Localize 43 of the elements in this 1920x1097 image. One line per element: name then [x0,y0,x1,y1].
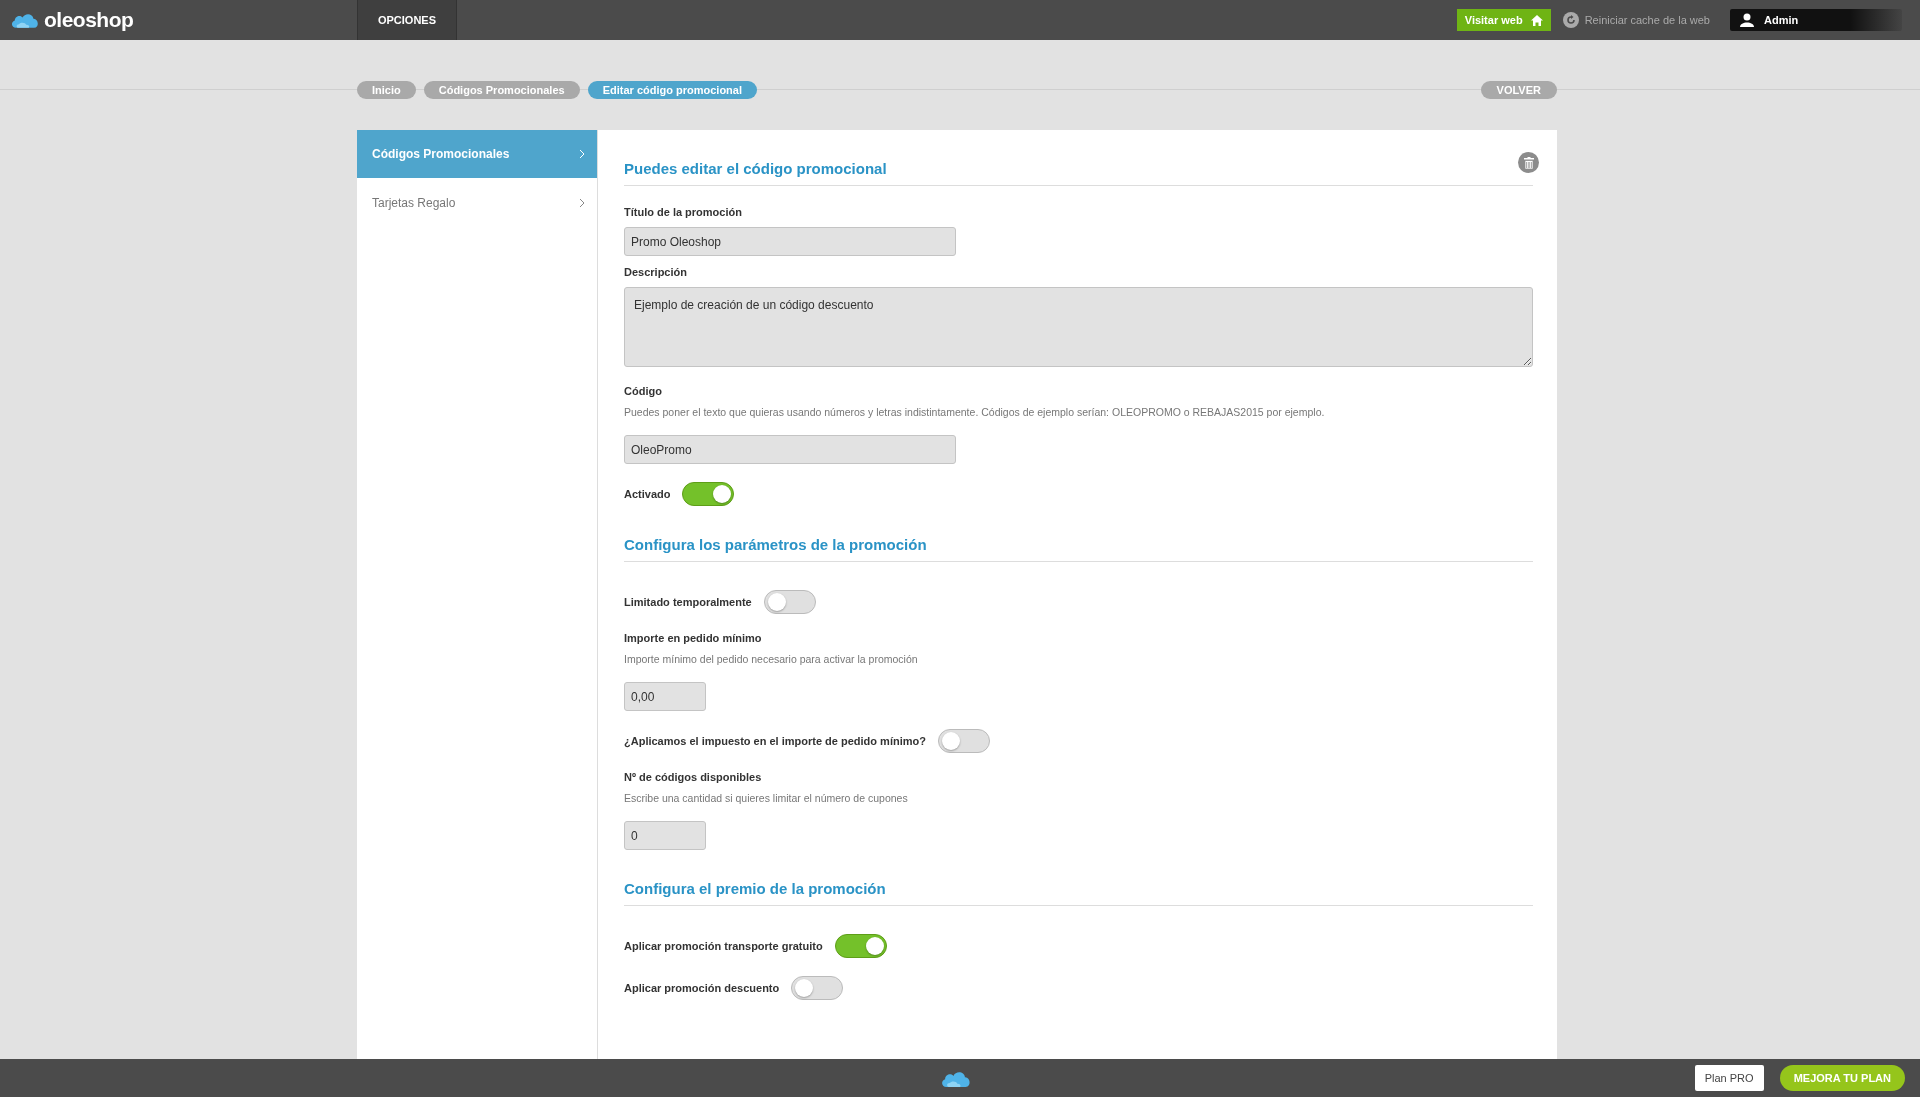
user-menu[interactable]: Admin [1730,9,1902,31]
breadcrumb[interactable]: Editar código promocional [587,81,757,99]
chevron-right-icon [579,149,585,159]
toggle-switch[interactable] [834,934,887,958]
description-field[interactable]: Ejemplo de creación de un código descuento [624,287,1533,367]
chevron-right-icon [579,198,585,208]
toggle-switch[interactable] [937,729,990,753]
clear-cache-link[interactable]: Reiniciar cache de la web [1562,12,1710,28]
visit-web-button[interactable]: Visitar web [1456,9,1551,31]
input-field[interactable]: 0,00 [624,682,706,711]
toggle-label: ¿Aplicamos el impuesto en el importe de pedido mínimo? [624,735,926,747]
field-help: Importe mínimo del pedido necesario para activar la promoción [624,653,919,665]
field-label: Importe en pedido mínimo [624,632,763,644]
field-label: Código [624,385,663,397]
field-help: Escribe una cantidad si quieres limitar el número de cupones [624,792,909,804]
toggle-label: Aplicar promoción descuento [624,982,780,994]
toggle-label: Activado [624,488,671,500]
section-heading: Configura el premio de la promoción [624,880,1533,906]
toggle-switch[interactable] [763,590,816,614]
plan-button[interactable]: Plan PRO [1694,1065,1764,1091]
toggle-switch[interactable] [791,976,844,1000]
trash-icon [1523,156,1534,169]
refresh-icon [1562,12,1579,28]
field-help: Puedes poner el texto que quieras usando números y letras indistintamente. Códigos de ejemplo serían: OLEOPROMO o REBAJAS2015 por ejemplo. [624,406,1326,418]
logo-icon [10,11,40,29]
toggle-label: Limitado temporalmente [624,596,752,608]
section-heading: Configura los parámetros de la promoción [624,536,1533,562]
sidebar-item[interactable]: Códigos Promocionales [357,130,597,178]
user-icon [1740,13,1754,27]
input-field[interactable]: Promo Oleoshop [624,227,956,256]
field-label: Descripción [624,266,688,278]
home-icon [1530,14,1543,26]
options-menu[interactable]: OPCIONES [357,0,457,40]
input-field[interactable]: OleoPromo [624,435,956,464]
section-heading: Puedes editar el código promocional [624,160,1533,186]
input-field[interactable]: 0 [624,821,706,850]
field-label: Título de la promoción [624,206,743,218]
toggle-label: Aplicar promoción transporte gratuito [624,940,823,952]
field-label: Nº de códigos disponibles [624,771,763,783]
logo-icon [940,1069,972,1089]
toggle-switch[interactable] [682,482,735,506]
brand-name: oleoshop [44,8,134,32]
delete-button[interactable] [1518,152,1539,173]
